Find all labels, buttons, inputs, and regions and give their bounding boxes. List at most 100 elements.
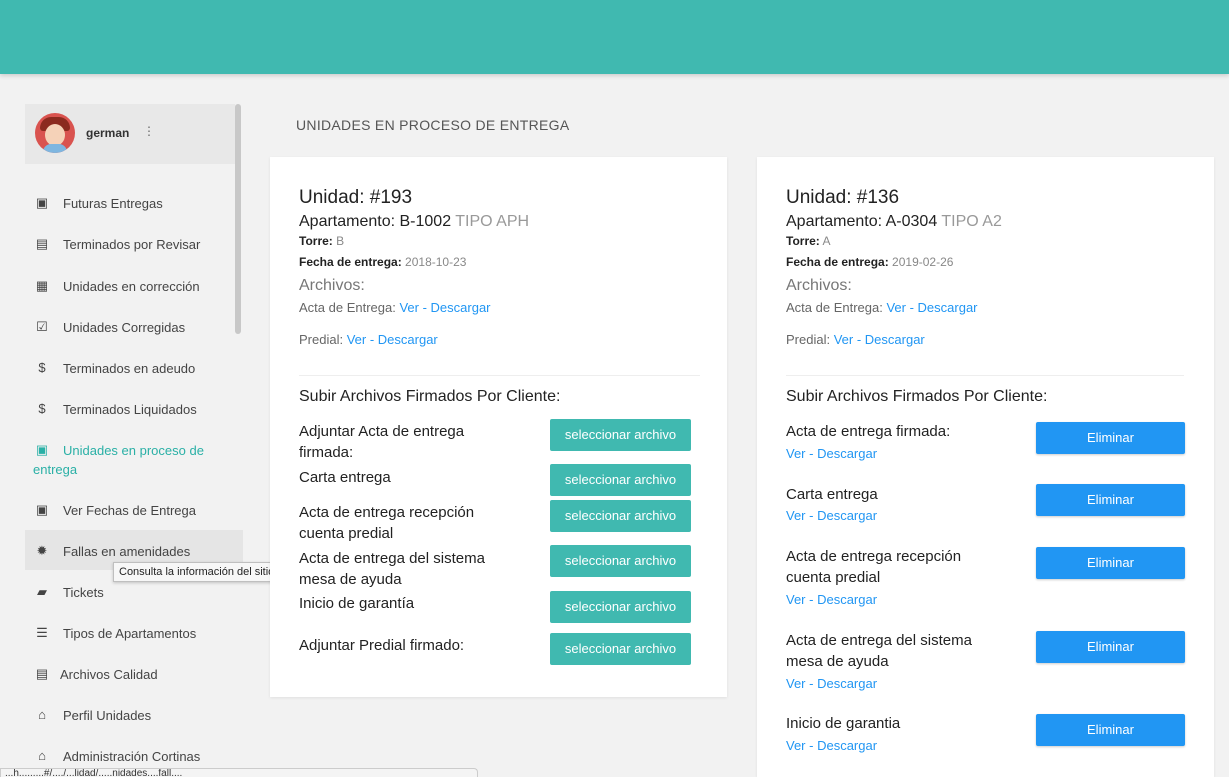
divider <box>299 375 700 376</box>
sidebar-item-perfil-unidades[interactable]: ⌂ Perfil Unidades <box>25 708 243 724</box>
acta-label: Acta de Entrega: <box>786 300 883 315</box>
torre: Torre: A <box>786 234 830 248</box>
link-separator: - <box>805 508 818 523</box>
tooltip: Consulta la información del sitio <box>113 562 281 582</box>
torre-label: Torre: <box>299 234 333 248</box>
clipboard-check-icon: ☑ <box>36 319 48 334</box>
calendar-icon: ▣ <box>35 195 49 210</box>
sidebar-item-terminados-en-adeudo[interactable]: $ Terminados en adeudo <box>25 361 243 377</box>
link-separator: - <box>853 332 865 347</box>
torre-value: B <box>336 234 345 248</box>
predial-label: Predial: <box>786 332 831 347</box>
delete-button[interactable]: Eliminar <box>1036 714 1185 746</box>
library-books-icon: ▤ <box>35 666 49 681</box>
acta-entrega-files: Acta de Entrega: Ver - Descargar <box>786 300 978 315</box>
ver-link[interactable]: Ver <box>786 508 806 523</box>
home-icon: ⌂ <box>38 748 46 763</box>
archivos-heading: Archivos: <box>786 277 852 294</box>
sidebar-item-label: Terminados Liquidados <box>63 402 197 417</box>
link-separator: - <box>805 738 818 753</box>
page-title: UNIDADES EN PROCESO DE ENTREGA <box>296 117 570 133</box>
select-file-button[interactable]: seleccionar archivo <box>550 464 691 496</box>
apartment-code: Apartamento: B-1002 <box>299 213 452 230</box>
sidebar-item-tickets[interactable]: ▰ Tickets <box>25 585 243 601</box>
descargar-link[interactable]: Descargar <box>865 332 925 347</box>
select-file-button[interactable]: seleccionar archivo <box>550 500 691 532</box>
sidebar-item-archivos-calidad[interactable]: ▤ Archivos Calidad <box>25 667 243 683</box>
fecha-entrega: Fecha de entrega: 2019-02-26 <box>786 255 953 269</box>
select-file-button[interactable]: seleccionar archivo <box>550 591 691 623</box>
ver-link[interactable]: Ver <box>786 446 806 461</box>
descargar-link[interactable]: Descargar <box>817 446 877 461</box>
doc-label: Inicio de garantía <box>299 595 415 612</box>
upload-heading: Subir Archivos Firmados Por Cliente: <box>786 388 1048 405</box>
ver-link[interactable]: Ver <box>399 300 419 315</box>
calendar-icon: ▣ <box>35 502 49 517</box>
descargar-link[interactable]: Descargar <box>918 300 978 315</box>
sidebar-item-label: Administración Cortinas <box>63 749 201 764</box>
doc-links: Ver - Descargar <box>786 508 877 523</box>
descargar-link[interactable]: Descargar <box>817 508 877 523</box>
descargar-link[interactable]: Descargar <box>817 592 877 607</box>
sidebar-item-unidades-en-proceso[interactable]: ▣ Unidades en proceso de entrega <box>25 443 243 481</box>
more-vert-icon[interactable]: ⋮ <box>143 124 155 138</box>
acta-entrega-files: Acta de Entrega: Ver - Descargar <box>299 300 491 315</box>
delete-button[interactable]: Eliminar <box>1036 631 1185 663</box>
delete-button[interactable]: Eliminar <box>1036 547 1185 579</box>
predial-files: Predial: Ver - Descargar <box>786 332 925 347</box>
upload-heading: Subir Archivos Firmados Por Cliente: <box>299 388 561 405</box>
ver-link[interactable]: Ver <box>834 332 854 347</box>
predial-label: Predial: <box>299 332 344 347</box>
link-separator: - <box>905 300 918 315</box>
user-card[interactable]: german ⋮ <box>25 104 235 164</box>
descargar-link[interactable]: Descargar <box>431 300 491 315</box>
sidebar-item-label: Unidades en corrección <box>63 279 200 294</box>
doc-label: Carta entrega <box>786 486 878 503</box>
ver-link[interactable]: Ver <box>786 738 806 753</box>
fecha-value: 2019-02-26 <box>892 255 954 269</box>
torre-value: A <box>822 234 831 248</box>
select-file-button[interactable]: seleccionar archivo <box>550 633 691 665</box>
sidebar-scrollbar[interactable] <box>235 104 241 334</box>
doc-links: Ver - Descargar <box>786 446 877 461</box>
user-name: german <box>86 126 130 140</box>
sidebar-item-unidades-en-correccion[interactable]: ▦ Unidades en corrección <box>25 279 243 295</box>
sidebar-item-label: Terminados por Revisar <box>63 237 201 252</box>
avatar <box>35 113 75 153</box>
select-file-button[interactable]: seleccionar archivo <box>550 545 691 577</box>
home-icon: ⌂ <box>38 707 46 722</box>
doc-links: Ver - Descargar <box>786 738 877 753</box>
ver-link[interactable]: Ver <box>786 676 806 691</box>
link-separator: - <box>805 446 818 461</box>
ver-link[interactable]: Ver <box>347 332 367 347</box>
unit-number: Unidad: #193 <box>299 187 413 208</box>
money-off-icon: $ <box>38 360 46 375</box>
browser-status-bar: ...h.........#/..../...lidad/.....nidade… <box>0 768 478 777</box>
apartment: Apartamento: B-1002 TIPO APH <box>299 213 529 231</box>
apartment-code: Apartamento: A-0304 <box>786 213 938 230</box>
top-app-bar <box>0 0 1229 74</box>
delete-button[interactable]: Eliminar <box>1036 422 1185 454</box>
sidebar-item-ver-fechas-de-entrega[interactable]: ▣ Ver Fechas de Entrega <box>25 503 243 519</box>
clipboard-alert-icon: ▦ <box>35 278 49 293</box>
sidebar-item-futuras-entregas[interactable]: ▣ Futuras Entregas <box>25 196 243 212</box>
ver-link[interactable]: Ver <box>786 592 806 607</box>
bug-icon: ✹ <box>36 543 48 558</box>
descargar-link[interactable]: Descargar <box>817 676 877 691</box>
sidebar-item-terminados-por-revisar[interactable]: ▤ Terminados por Revisar <box>25 237 243 253</box>
descargar-link[interactable]: Descargar <box>817 738 877 753</box>
sidebar-item-terminados-liquidados[interactable]: $ Terminados Liquidados <box>25 402 243 418</box>
select-file-button[interactable]: seleccionar archivo <box>550 419 691 451</box>
descargar-link[interactable]: Descargar <box>378 332 438 347</box>
doc-label: Carta entrega <box>299 469 391 486</box>
unit-number: Unidad: #136 <box>786 187 900 208</box>
sidebar-item-label: Archivos Calidad <box>60 667 158 682</box>
sidebar-item-tipos-de-apartamentos[interactable]: ☰ Tipos de Apartamentos <box>25 626 243 642</box>
sidebar-item-label: Tipos de Apartamentos <box>63 626 197 641</box>
delete-button[interactable]: Eliminar <box>1036 484 1185 516</box>
sidebar-item-administracion-cortinas[interactable]: ⌂ Administración Cortinas <box>25 749 243 765</box>
link-separator: - <box>805 676 818 691</box>
fecha-label: Fecha de entrega: <box>299 255 402 269</box>
sidebar-item-unidades-corregidas[interactable]: ☑ Unidades Corregidas <box>25 320 243 336</box>
ver-link[interactable]: Ver <box>886 300 906 315</box>
